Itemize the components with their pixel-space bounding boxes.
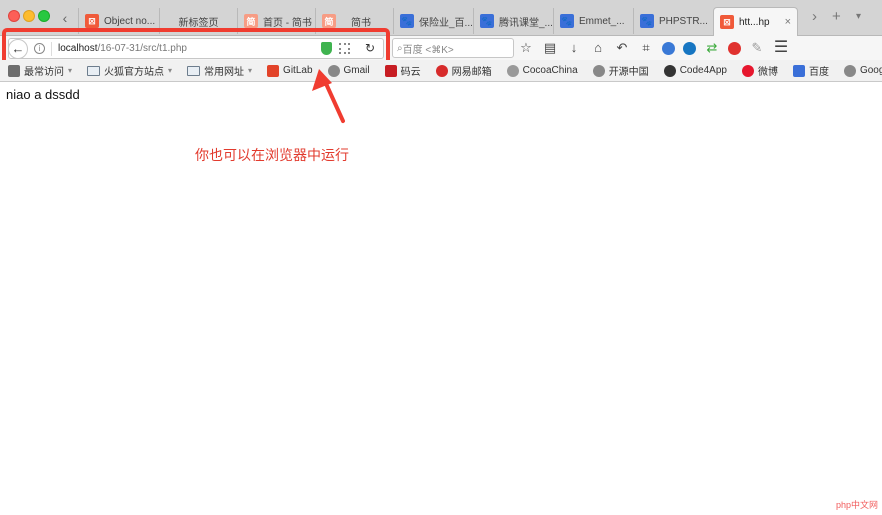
most-visited-icon bbox=[8, 64, 20, 77]
bookmark-gitee[interactable]: 码云 bbox=[384, 63, 421, 78]
tab-tencent[interactable]: 🐾 腾讯课堂_... bbox=[473, 8, 553, 34]
puzzle-icon[interactable]: ✎ bbox=[749, 38, 765, 58]
jianshu-icon: 简 bbox=[244, 14, 258, 28]
tab-scroll-left-icon[interactable]: ‹ bbox=[58, 8, 72, 28]
search-input[interactable]: ⌕ 百度 <⌘K> bbox=[392, 38, 514, 58]
tab-scroll-right-icon[interactable]: › bbox=[812, 8, 817, 25]
chevron-down-icon: ▾ bbox=[68, 66, 73, 75]
cocoa-icon bbox=[506, 64, 519, 77]
baidu-icon: 🐾 bbox=[480, 14, 494, 28]
tab-title: 新标签页 bbox=[178, 17, 219, 29]
bookmark-gitlab[interactable]: GitLab bbox=[267, 64, 313, 77]
maximize-window-button[interactable] bbox=[38, 10, 50, 22]
bookmark-163-mail[interactable]: 网易邮箱 bbox=[435, 63, 492, 78]
reading-list-icon[interactable]: ▤ bbox=[542, 38, 558, 58]
tab-title: PHPSTR... bbox=[659, 15, 708, 27]
globe-icon bbox=[592, 64, 605, 77]
bookmark-label: 网易邮箱 bbox=[451, 67, 492, 78]
bookmark-label: 微博 bbox=[757, 67, 778, 78]
tab-title: Emmet_... bbox=[579, 15, 625, 27]
search-placeholder: 百度 <⌘K> bbox=[402, 44, 454, 56]
bookmark-google[interactable]: Google bbox=[843, 64, 882, 77]
bookmark-label: 火狐官方站点 bbox=[104, 67, 165, 78]
baidu-icon: 🐾 bbox=[400, 14, 414, 28]
sync-arrows-icon[interactable]: ⇄ bbox=[704, 38, 720, 58]
extension-globe-icon[interactable] bbox=[683, 41, 696, 55]
weibo-icon bbox=[741, 64, 754, 77]
tab-title: Object no... bbox=[104, 15, 156, 27]
gitlab-icon bbox=[267, 64, 280, 77]
bookmark-label: 最常访问 bbox=[24, 67, 64, 78]
new-tab-icon[interactable]: + bbox=[832, 8, 841, 25]
page-content: niao a dssdd 你也可以在浏览器中运行 php中文网 bbox=[0, 69, 882, 515]
download-icon[interactable]: ↓ bbox=[566, 38, 582, 58]
folder-icon bbox=[87, 65, 101, 76]
bookmark-weibo[interactable]: 微博 bbox=[741, 63, 778, 78]
annotation-text: 你也可以在浏览器中运行 bbox=[195, 148, 349, 164]
annotation-arrow bbox=[312, 69, 345, 123]
home-icon[interactable]: ⌂ bbox=[590, 38, 606, 58]
bookmark-most-visited[interactable]: 最常访问 ▾ bbox=[8, 63, 72, 78]
bookmark-label: CocoaChina bbox=[522, 65, 578, 76]
tab-title: htt...hp bbox=[739, 16, 770, 28]
globe-icon bbox=[843, 64, 856, 77]
menu-icon[interactable]: ☰ bbox=[773, 38, 789, 58]
tab-list-icon[interactable]: ▾ bbox=[856, 11, 861, 22]
bookmark-label: 开源中国 bbox=[608, 67, 649, 78]
toolbar: ☆ ▤ ↓ ⌂ ↶ ⌗ ⇄ ✎ ☰ bbox=[518, 38, 789, 58]
jianshu-icon: 简 bbox=[322, 14, 336, 28]
bookmark-cocoachina[interactable]: CocoaChina bbox=[506, 64, 578, 77]
crop-icon[interactable]: ⌗ bbox=[638, 38, 654, 58]
tab-title: 首页 - 简书 bbox=[263, 17, 312, 29]
xampp-icon: ⊠ bbox=[720, 15, 734, 29]
bookmark-label: 百度 bbox=[808, 67, 829, 78]
tab-baoxian[interactable]: 🐾 保险业_百... bbox=[393, 8, 473, 34]
undo-icon[interactable]: ↶ bbox=[614, 38, 630, 58]
tab-title: 简书 bbox=[351, 17, 371, 29]
bookmark-code4app[interactable]: Code4App bbox=[663, 64, 727, 77]
bookmark-oschina[interactable]: 开源中国 bbox=[592, 63, 649, 78]
code4app-icon bbox=[663, 64, 676, 77]
bookmark-label: Code4App bbox=[679, 65, 727, 76]
bookmark-label: 常用网址 bbox=[204, 67, 245, 78]
bookmark-common-sites[interactable]: 常用网址 ▾ bbox=[187, 63, 252, 78]
tab-title: 保险业_百... bbox=[419, 17, 473, 29]
xampp-icon: ⊠ bbox=[85, 14, 99, 28]
close-window-button[interactable] bbox=[8, 10, 20, 22]
baidu-icon bbox=[792, 64, 805, 77]
adblock-icon[interactable] bbox=[728, 41, 741, 55]
baidu-icon: 🐾 bbox=[640, 14, 654, 28]
extension-star-icon[interactable] bbox=[662, 41, 675, 55]
tab-phpstr[interactable]: 🐾 PHPSTR... bbox=[633, 8, 713, 34]
tab-active[interactable]: ⊠ htt...hp × bbox=[713, 7, 798, 36]
tab-title: 腾讯课堂_... bbox=[499, 17, 553, 29]
tab-emmet[interactable]: 🐾 Emmet_... bbox=[553, 8, 633, 34]
mail-icon bbox=[435, 64, 448, 77]
chevron-down-icon: ▾ bbox=[248, 66, 253, 75]
bookmarks-bar: 最常访问 ▾ 火狐官方站点 ▾ 常用网址 ▾ GitLab Gmail 码云 网… bbox=[0, 60, 882, 82]
close-icon[interactable]: × bbox=[785, 16, 791, 28]
watermark-text: php中文网 bbox=[835, 500, 878, 510]
folder-icon bbox=[187, 65, 201, 76]
bookmark-star-icon[interactable]: ☆ bbox=[518, 38, 534, 58]
baidu-icon: 🐾 bbox=[560, 14, 574, 28]
gitee-icon bbox=[384, 64, 397, 77]
minimize-window-button[interactable] bbox=[23, 10, 35, 22]
bookmark-firefox[interactable]: 火狐官方站点 ▾ bbox=[87, 63, 172, 78]
chevron-down-icon: ▾ bbox=[168, 66, 173, 75]
bookmark-label: 码云 bbox=[400, 67, 421, 78]
bookmark-baidu[interactable]: 百度 bbox=[792, 63, 829, 78]
page-output-text: niao a dssdd bbox=[6, 87, 80, 102]
bookmark-label: Google bbox=[859, 65, 882, 76]
bookmark-label: GitLab bbox=[283, 65, 313, 76]
